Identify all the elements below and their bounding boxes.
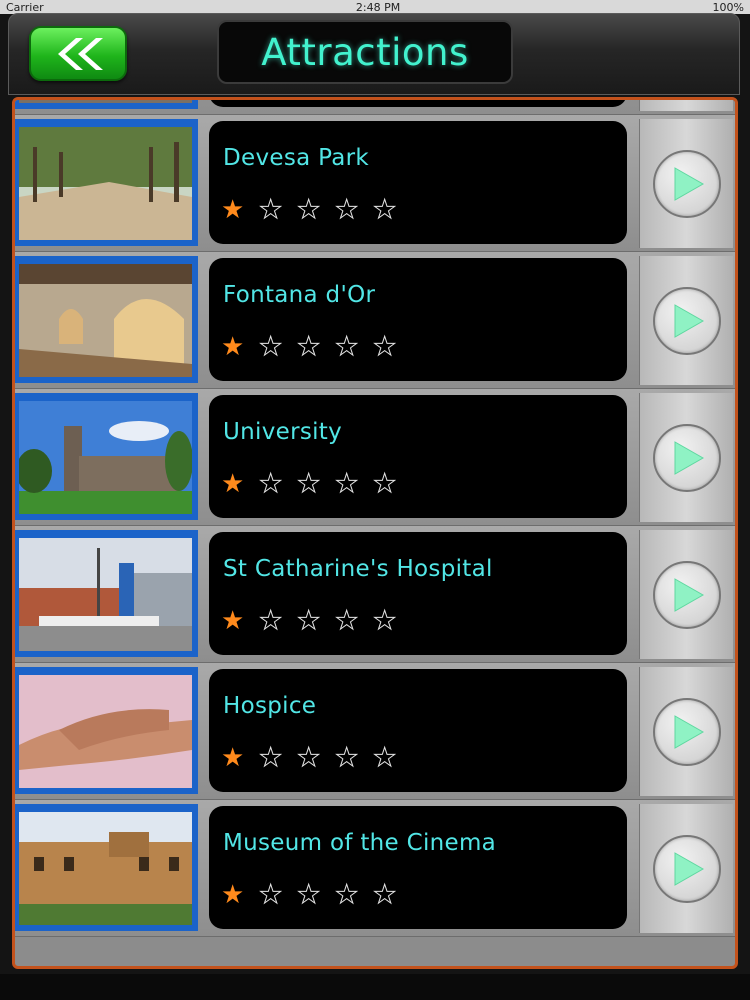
star-empty-icon: ★ — [373, 880, 397, 911]
play-arrow-icon — [674, 714, 704, 749]
star-empty-icon: ★ — [297, 195, 321, 226]
item-name: Devesa Park — [223, 145, 370, 171]
star-empty-icon: ★ — [297, 880, 321, 911]
open-detail-button[interactable] — [639, 256, 733, 385]
thumbnail-stone-building — [15, 100, 198, 109]
attractions-list[interactable]: ★ ★ ★ ★ ★ — [12, 97, 738, 969]
thumbnail-museum-building — [15, 804, 198, 931]
list-item[interactable]: Devesa Park ★ ★ ★ ★ ★ — [15, 115, 735, 252]
star-empty-icon: ★ — [335, 743, 359, 774]
list-item[interactable]: Hospice ★ ★ ★ ★ ★ — [15, 663, 735, 800]
play-arrow-icon — [674, 577, 704, 612]
play-arrow-icon — [674, 303, 704, 338]
open-detail-button[interactable] — [639, 393, 733, 522]
item-info: Fontana d'Or ★ ★ ★ ★ ★ — [209, 258, 627, 381]
thumbnail-hospital — [15, 530, 198, 657]
play-arrow-icon — [674, 166, 704, 201]
list-item[interactable]: St Catharine's Hospital ★ ★ ★ ★ ★ — [15, 526, 735, 663]
item-info: Museum of the Cinema ★ ★ ★ ★ ★ — [209, 806, 627, 929]
star-empty-icon: ★ — [373, 743, 397, 774]
list-item[interactable]: ★ ★ ★ ★ ★ — [15, 100, 735, 115]
thumbnail-holding-hands — [15, 667, 198, 794]
open-detail-button[interactable] — [639, 530, 733, 659]
open-detail-button[interactable] — [639, 119, 733, 248]
rating-stars: ★ ★ ★ ★ ★ — [221, 195, 411, 226]
star-filled-icon: ★ — [221, 880, 245, 910]
item-info: St Catharine's Hospital ★ ★ ★ ★ ★ — [209, 532, 627, 655]
star-empty-icon: ★ — [335, 332, 359, 363]
item-name: Fontana d'Or — [223, 282, 376, 308]
star-empty-icon: ★ — [335, 606, 359, 637]
rating-stars: ★ ★ ★ ★ ★ — [221, 469, 411, 500]
star-empty-icon: ★ — [335, 195, 359, 226]
item-info: Hospice ★ ★ ★ ★ ★ — [209, 669, 627, 792]
title-panel: Attractions — [217, 20, 513, 84]
list-item[interactable]: Fontana d'Or ★ ★ ★ ★ ★ — [15, 252, 735, 389]
item-name: Hospice — [223, 693, 317, 719]
item-name: Museum of the Cinema — [223, 830, 497, 856]
nav-header: Attractions — [8, 13, 740, 95]
open-detail-button[interactable] — [639, 804, 733, 933]
open-detail-button[interactable] — [639, 100, 733, 111]
item-info: University ★ ★ ★ ★ ★ — [209, 395, 627, 518]
double-chevron-left-icon — [58, 37, 103, 70]
star-empty-icon: ★ — [373, 195, 397, 226]
rating-stars: ★ ★ ★ ★ ★ — [221, 606, 411, 637]
star-filled-icon: ★ — [221, 195, 245, 225]
item-info: ★ ★ ★ ★ ★ — [209, 100, 627, 107]
list-item[interactable]: Museum of the Cinema ★ ★ ★ ★ ★ — [15, 800, 735, 937]
rating-stars: ★ ★ ★ ★ ★ — [221, 332, 411, 363]
star-empty-icon: ★ — [259, 469, 283, 500]
item-name: St Catharine's Hospital — [223, 556, 493, 582]
star-empty-icon: ★ — [259, 332, 283, 363]
thumbnail-tree-lined-park — [15, 119, 198, 246]
item-name: University — [223, 419, 343, 445]
open-detail-button[interactable] — [639, 667, 733, 796]
star-empty-icon: ★ — [297, 332, 321, 363]
carrier-label: Carrier — [6, 0, 44, 14]
star-empty-icon: ★ — [259, 743, 283, 774]
status-bar: Carrier 2:48 PM 100% — [0, 0, 750, 14]
play-arrow-icon — [674, 851, 704, 886]
star-empty-icon: ★ — [335, 469, 359, 500]
bottom-edge — [0, 974, 750, 1000]
star-filled-icon: ★ — [221, 332, 245, 362]
star-empty-icon: ★ — [373, 332, 397, 363]
star-empty-icon: ★ — [297, 469, 321, 500]
star-empty-icon: ★ — [259, 195, 283, 226]
battery-label: 100% — [712, 0, 744, 14]
star-empty-icon: ★ — [259, 880, 283, 911]
rating-stars: ★ ★ ★ ★ ★ — [221, 880, 411, 911]
star-empty-icon: ★ — [297, 743, 321, 774]
rating-stars: ★ ★ ★ ★ ★ — [221, 743, 411, 774]
play-arrow-icon — [674, 440, 704, 475]
star-empty-icon: ★ — [297, 606, 321, 637]
clock: 2:48 PM — [355, 0, 401, 14]
star-filled-icon: ★ — [221, 469, 245, 499]
page-title: Attractions — [261, 30, 469, 74]
back-button[interactable] — [29, 26, 127, 81]
star-empty-icon: ★ — [259, 606, 283, 637]
thumbnail-stone-archway — [15, 256, 198, 383]
item-info: Devesa Park ★ ★ ★ ★ ★ — [209, 121, 627, 244]
list-item[interactable]: University ★ ★ ★ ★ ★ — [15, 389, 735, 526]
star-empty-icon: ★ — [373, 606, 397, 637]
star-empty-icon: ★ — [335, 880, 359, 911]
star-empty-icon: ★ — [373, 469, 397, 500]
star-filled-icon: ★ — [221, 606, 245, 636]
star-filled-icon: ★ — [221, 743, 245, 773]
thumbnail-university-building — [15, 393, 198, 520]
